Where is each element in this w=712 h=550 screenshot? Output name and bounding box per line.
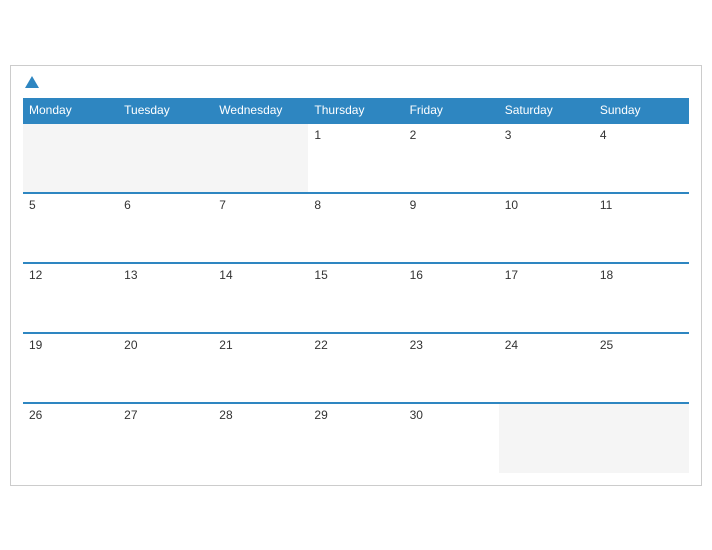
weekday-header-thursday: Thursday bbox=[308, 98, 403, 123]
calendar-cell: 13 bbox=[118, 263, 213, 333]
day-number: 2 bbox=[410, 128, 417, 142]
day-number: 26 bbox=[29, 408, 42, 422]
calendar-cell: 12 bbox=[23, 263, 118, 333]
day-number: 19 bbox=[29, 338, 42, 352]
calendar-cell: 10 bbox=[499, 193, 594, 263]
calendar-cell: 24 bbox=[499, 333, 594, 403]
day-number: 8 bbox=[314, 198, 321, 212]
calendar-cell: 28 bbox=[213, 403, 308, 473]
calendar-grid: MondayTuesdayWednesdayThursdayFridaySatu… bbox=[23, 98, 689, 473]
calendar-header bbox=[23, 76, 689, 90]
calendar-cell: 6 bbox=[118, 193, 213, 263]
calendar-cell: 4 bbox=[594, 123, 689, 193]
calendar-cell: 2 bbox=[404, 123, 499, 193]
calendar-cell bbox=[23, 123, 118, 193]
calendar-cell: 8 bbox=[308, 193, 403, 263]
day-number: 12 bbox=[29, 268, 42, 282]
calendar-cell: 22 bbox=[308, 333, 403, 403]
logo-area bbox=[23, 76, 39, 90]
day-number: 15 bbox=[314, 268, 327, 282]
day-number: 6 bbox=[124, 198, 131, 212]
day-number: 28 bbox=[219, 408, 232, 422]
week-row-4: 19 20 21 22 23 24 25 bbox=[23, 333, 689, 403]
day-number: 11 bbox=[600, 198, 612, 212]
calendar-cell: 23 bbox=[404, 333, 499, 403]
calendar-cell: 5 bbox=[23, 193, 118, 263]
day-number: 23 bbox=[410, 338, 423, 352]
calendar-cell bbox=[213, 123, 308, 193]
calendar-cell bbox=[594, 403, 689, 473]
weekday-header-sunday: Sunday bbox=[594, 98, 689, 123]
day-number: 5 bbox=[29, 198, 36, 212]
calendar-cell: 15 bbox=[308, 263, 403, 333]
calendar-cell: 11 bbox=[594, 193, 689, 263]
calendar-cell: 26 bbox=[23, 403, 118, 473]
day-number: 16 bbox=[410, 268, 423, 282]
calendar-cell bbox=[118, 123, 213, 193]
day-number: 22 bbox=[314, 338, 327, 352]
calendar-thead: MondayTuesdayWednesdayThursdayFridaySatu… bbox=[23, 98, 689, 123]
day-number: 21 bbox=[219, 338, 232, 352]
day-number: 1 bbox=[314, 128, 321, 142]
calendar-cell: 18 bbox=[594, 263, 689, 333]
calendar-cell: 17 bbox=[499, 263, 594, 333]
calendar-cell: 19 bbox=[23, 333, 118, 403]
calendar-cell: 7 bbox=[213, 193, 308, 263]
day-number: 20 bbox=[124, 338, 137, 352]
day-number: 14 bbox=[219, 268, 232, 282]
weekday-header-saturday: Saturday bbox=[499, 98, 594, 123]
week-row-5: 26 27 28 29 30 bbox=[23, 403, 689, 473]
calendar-cell: 21 bbox=[213, 333, 308, 403]
day-number: 9 bbox=[410, 198, 417, 212]
calendar-cell: 29 bbox=[308, 403, 403, 473]
weekday-header-tuesday: Tuesday bbox=[118, 98, 213, 123]
day-number: 27 bbox=[124, 408, 137, 422]
day-number: 18 bbox=[600, 268, 613, 282]
week-row-2: 5 6 7 8 9 10 11 bbox=[23, 193, 689, 263]
week-row-1: 1 2 3 4 bbox=[23, 123, 689, 193]
calendar-cell: 1 bbox=[308, 123, 403, 193]
calendar-cell bbox=[499, 403, 594, 473]
logo-triangle-icon bbox=[25, 76, 39, 88]
calendar-cell: 14 bbox=[213, 263, 308, 333]
calendar-cell: 3 bbox=[499, 123, 594, 193]
week-row-3: 12 13 14 15 16 17 18 bbox=[23, 263, 689, 333]
day-number: 10 bbox=[505, 198, 518, 212]
weekday-header-wednesday: Wednesday bbox=[213, 98, 308, 123]
calendar-cell: 30 bbox=[404, 403, 499, 473]
weekday-header-row: MondayTuesdayWednesdayThursdayFridaySatu… bbox=[23, 98, 689, 123]
day-number: 4 bbox=[600, 128, 607, 142]
day-number: 7 bbox=[219, 198, 226, 212]
calendar-container: MondayTuesdayWednesdayThursdayFridaySatu… bbox=[10, 65, 702, 486]
weekday-header-monday: Monday bbox=[23, 98, 118, 123]
calendar-cell: 25 bbox=[594, 333, 689, 403]
day-number: 3 bbox=[505, 128, 512, 142]
weekday-header-friday: Friday bbox=[404, 98, 499, 123]
calendar-cell: 9 bbox=[404, 193, 499, 263]
day-number: 17 bbox=[505, 268, 518, 282]
calendar-cell: 16 bbox=[404, 263, 499, 333]
day-number: 13 bbox=[124, 268, 137, 282]
calendar-cell: 27 bbox=[118, 403, 213, 473]
day-number: 24 bbox=[505, 338, 518, 352]
calendar-body: 1234567891011121314151617181920212223242… bbox=[23, 123, 689, 473]
day-number: 30 bbox=[410, 408, 423, 422]
day-number: 29 bbox=[314, 408, 327, 422]
day-number: 25 bbox=[600, 338, 613, 352]
calendar-cell: 20 bbox=[118, 333, 213, 403]
